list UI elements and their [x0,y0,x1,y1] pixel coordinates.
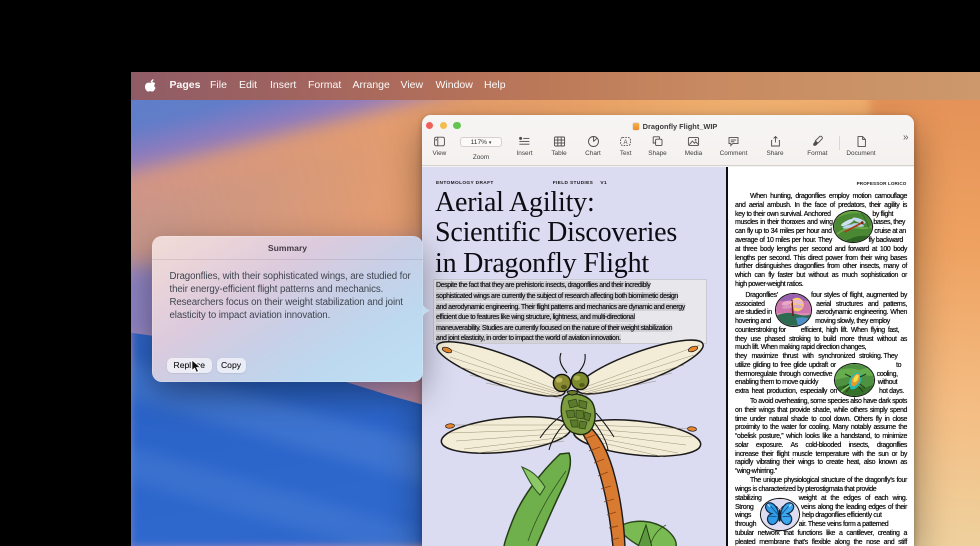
svg-text:A: A [624,140,628,146]
